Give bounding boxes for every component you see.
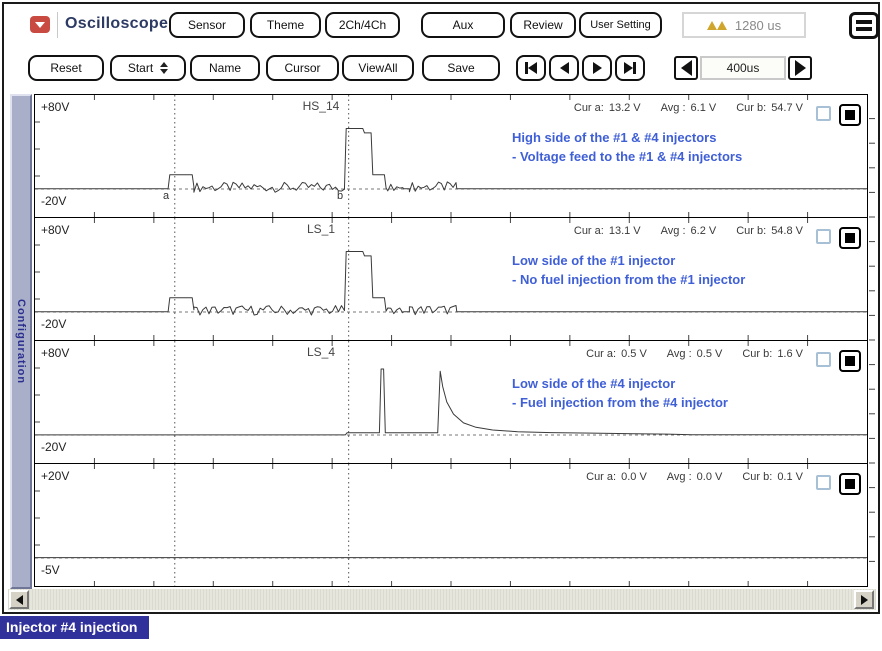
- scroll-right-button[interactable]: [854, 590, 874, 609]
- timebase-value: 400us: [700, 56, 786, 80]
- oscilloscope-app: Oscilloscope Sensor Theme 2Ch/4Ch Aux Re…: [0, 0, 882, 651]
- cursor-readout: Cur a:0.0 V Avg :0.0 V Cur b:0.1 V: [586, 471, 803, 483]
- skip-start-button[interactable]: [516, 55, 546, 81]
- cursor-readout: Cur a:13.2 V Avg :6.1 V Cur b:54.7 V: [574, 102, 803, 114]
- channel-name: HS_14: [271, 99, 371, 113]
- vmax-label: +80V: [41, 223, 69, 237]
- channel-active-button[interactable]: [839, 473, 861, 495]
- title-divider: [57, 12, 58, 38]
- start-button-label: Start: [128, 61, 153, 75]
- horizontal-scrollbar[interactable]: [8, 589, 876, 610]
- vmax-label: +80V: [41, 346, 69, 360]
- channel-checkbox[interactable]: [816, 229, 831, 244]
- start-button[interactable]: Start: [110, 55, 186, 81]
- annotation: Low side of the #1 injector - No fuel in…: [512, 251, 745, 289]
- vmin-label: -20V: [41, 440, 66, 454]
- annotation: High side of the #1 & #4 injectors - Vol…: [512, 128, 742, 166]
- menu-icon[interactable]: [849, 12, 879, 39]
- step-forward-button[interactable]: [582, 55, 612, 81]
- sample-time-value: 1280 us: [735, 18, 781, 33]
- cursor-button[interactable]: Cursor: [266, 55, 339, 81]
- sample-time-display: 1280 us: [682, 12, 806, 38]
- channel-checkbox[interactable]: [816, 475, 831, 490]
- channel-active-button[interactable]: [839, 350, 861, 372]
- user-setting-button[interactable]: User Setting: [579, 12, 662, 38]
- viewall-button[interactable]: ViewAll: [342, 55, 414, 81]
- review-button[interactable]: Review: [510, 12, 576, 38]
- app-title: Oscilloscope: [65, 15, 168, 33]
- triangle-down-icon: [35, 22, 45, 28]
- channel-panel-3: +80V -20V LS_4 Cur a:0.5 V Avg :0.5 V Cu…: [34, 340, 868, 464]
- scroll-left-button[interactable]: [9, 590, 29, 609]
- right-ruler-ticks: [867, 94, 881, 589]
- channel-name: LS_4: [271, 345, 371, 359]
- timebase-decrease-button[interactable]: [674, 56, 698, 80]
- theme-button[interactable]: Theme: [250, 12, 321, 38]
- app-window: Oscilloscope Sensor Theme 2Ch/4Ch Aux Re…: [2, 2, 880, 614]
- name-button[interactable]: Name: [190, 55, 260, 81]
- sample-time-icon: [707, 18, 727, 33]
- skip-end-button[interactable]: [615, 55, 645, 81]
- channel-checkbox[interactable]: [816, 106, 831, 121]
- cursor-readout: Cur a:13.1 V Avg :6.2 V Cur b:54.8 V: [574, 225, 803, 237]
- channel-name: LS_1: [271, 222, 371, 236]
- vmax-label: +80V: [41, 100, 69, 114]
- sensor-button[interactable]: Sensor: [169, 12, 245, 38]
- annotation: Low side of the #4 injector - Fuel injec…: [512, 374, 728, 412]
- cursor-readout: Cur a:0.5 V Avg :0.5 V Cur b:1.6 V: [586, 348, 803, 360]
- channel-active-button[interactable]: [839, 104, 861, 126]
- timebase-increase-button[interactable]: [788, 56, 812, 80]
- vmax-label: +20V: [41, 469, 69, 483]
- vmin-label: -20V: [41, 194, 66, 208]
- spinner-icon: [160, 62, 168, 74]
- channel-mode-button[interactable]: 2Ch/4Ch: [325, 12, 400, 38]
- cursor-b-label: b: [337, 190, 343, 202]
- step-back-button[interactable]: [549, 55, 579, 81]
- vmin-label: -5V: [41, 563, 60, 577]
- status-caption: Injector #4 injection: [0, 616, 149, 639]
- configuration-label: Configuration: [15, 299, 27, 384]
- save-button[interactable]: Save: [422, 55, 500, 81]
- vmin-label: -20V: [41, 317, 66, 331]
- configuration-sidebar-handle[interactable]: Configuration: [10, 94, 32, 589]
- app-dropdown-icon[interactable]: [30, 16, 50, 33]
- channel-panel-2: +80V -20V LS_1 Cur a:13.1 V Avg :6.2 V C…: [34, 217, 868, 341]
- channel-panel-1: +80V -20V HS_14 Cur a:13.2 V Avg :6.1 V …: [34, 94, 868, 218]
- cursor-a-label: a: [163, 190, 169, 202]
- aux-button[interactable]: Aux: [421, 12, 505, 38]
- channel-panel-4: +20V -5V Cur a:0.0 V Avg :0.0 V Cur b:0.…: [34, 463, 868, 587]
- reset-button[interactable]: Reset: [28, 55, 104, 81]
- channel-checkbox[interactable]: [816, 352, 831, 367]
- channel-active-button[interactable]: [839, 227, 861, 249]
